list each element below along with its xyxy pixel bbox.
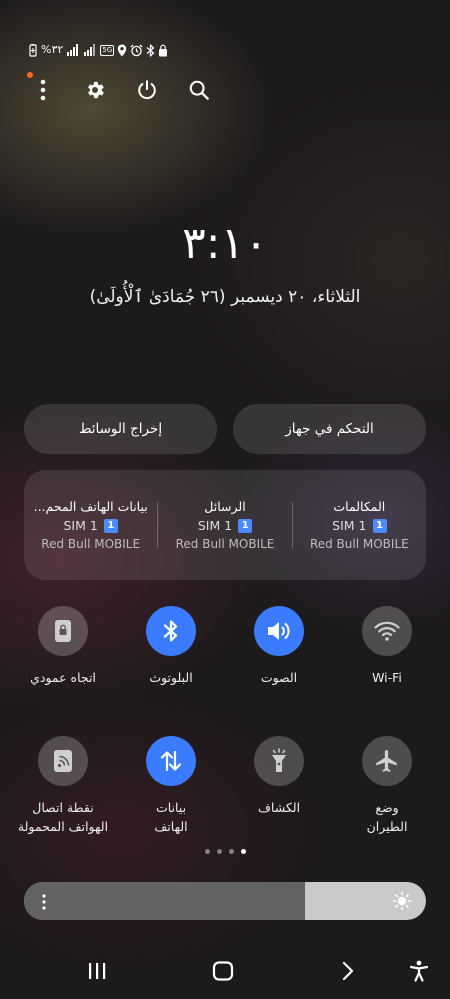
alarm-icon: [130, 43, 143, 57]
signal-sim2-icon: [83, 43, 97, 57]
sim-messages-sim: SIM 1: [197, 518, 233, 533]
sim-messages-title: الرسائل: [204, 499, 246, 514]
tile-portrait[interactable]: اتجاه عمودي: [13, 606, 113, 687]
sim-calls[interactable]: المكالمات SIM 1 1 Red Bull MOBILE: [293, 499, 426, 551]
clock-time[interactable]: ٣:١٠: [0, 218, 450, 269]
settings-icon[interactable]: [79, 74, 111, 106]
tile-sound-label: الصوت: [260, 670, 298, 685]
tile-hotspot[interactable]: نقطة اتصال الهواتف المحمولة: [13, 736, 113, 836]
sim-calls-title: المكالمات: [333, 499, 386, 514]
wifi-icon[interactable]: [362, 606, 412, 656]
hotspot-icon[interactable]: [38, 736, 88, 786]
page-indicator[interactable]: [0, 849, 450, 854]
bluetooth-icon[interactable]: [146, 606, 196, 656]
sim-mobile-data[interactable]: بيانات الهاتف المحم... SIM 1 1 Red Bull …: [24, 499, 157, 551]
sim-manager-panel: المكالمات SIM 1 1 Red Bull MOBILE الرسائ…: [24, 470, 426, 580]
sim-badge-icon: 1: [372, 518, 387, 533]
tile-airplane[interactable]: وضع الطيران: [337, 736, 437, 836]
battery-percent: %٣٢: [41, 43, 64, 56]
sim-mobile-data-title: بيانات الهاتف المحم...: [33, 499, 148, 514]
location-icon: [117, 43, 127, 57]
tile-hotspot-label: نقطة اتصال الهواتف المحمولة: [17, 800, 109, 834]
recents-icon[interactable]: [77, 951, 117, 991]
home-icon[interactable]: [203, 951, 243, 991]
battery-saver-icon: [28, 43, 38, 57]
more-options-icon[interactable]: [27, 74, 59, 106]
status-bar: %٣٢ 5G: [28, 42, 168, 58]
sim-mobile-data-sim: SIM 1: [63, 518, 98, 533]
search-icon[interactable]: [183, 74, 215, 106]
sound-icon[interactable]: [254, 606, 304, 656]
device-control-button[interactable]: التحكم في جهاز: [233, 404, 426, 454]
sim-mobile-data-carrier: Red Bull MOBILE: [41, 537, 141, 551]
accessibility-icon[interactable]: [399, 951, 439, 991]
tile-wifi[interactable]: Wi-Fi: [337, 606, 437, 687]
sim-calls-sim: SIM 1: [332, 518, 367, 533]
tile-sound[interactable]: الصوت: [229, 606, 329, 687]
clock-date[interactable]: الثلاثاء، ٢٠ ديسمبر (٢٦ جُمَادَىٰ ٱلْأُو…: [0, 286, 450, 307]
sim-calls-carrier: Red Bull MOBILE: [309, 537, 409, 551]
tile-portrait-label: اتجاه عمودي: [30, 670, 96, 685]
sim-messages[interactable]: الرسائل SIM 1 1 Red Bull MOBILE: [158, 499, 291, 551]
media-output-button[interactable]: إخراج الوسائط: [24, 404, 217, 454]
page-dot: [216, 849, 222, 854]
back-icon[interactable]: [328, 951, 368, 991]
tile-bluetooth-label: البلوتوث: [149, 670, 193, 685]
sim-badge-icon: 1: [103, 518, 118, 533]
portrait-lock-icon[interactable]: [38, 606, 88, 656]
tile-mobile-data-label: بيانات الهاتف: [154, 800, 188, 834]
sim-badge-icon: 1: [238, 518, 253, 533]
tile-flashlight-label: الكشاف: [257, 800, 301, 815]
tile-mobile-data[interactable]: بيانات الهاتف: [121, 736, 221, 836]
flashlight-icon[interactable]: [254, 736, 304, 786]
tile-flashlight[interactable]: الكشاف: [229, 736, 329, 817]
power-icon[interactable]: [131, 74, 163, 106]
tile-airplane-label: وضع الطيران: [366, 800, 408, 834]
more-options-icon[interactable]: [42, 894, 46, 910]
page-dot-active: [240, 849, 246, 854]
airplane-icon[interactable]: [362, 736, 412, 786]
tile-bluetooth[interactable]: البلوتوث: [121, 606, 221, 687]
mobile-data-icon[interactable]: [146, 736, 196, 786]
bluetooth-icon: [146, 43, 155, 57]
tile-wifi-label: Wi-Fi: [372, 670, 402, 685]
sim-messages-carrier: Red Bull MOBILE: [175, 537, 275, 551]
page-dot: [228, 849, 234, 854]
brightness-slider[interactable]: [24, 882, 426, 920]
signal-sim1-icon: [66, 43, 80, 57]
brightness-fill[interactable]: [24, 882, 306, 920]
page-dot: [204, 849, 210, 854]
sun-icon: [392, 891, 412, 911]
lock-icon: [158, 43, 168, 57]
5g-icon: 5G: [100, 44, 115, 56]
